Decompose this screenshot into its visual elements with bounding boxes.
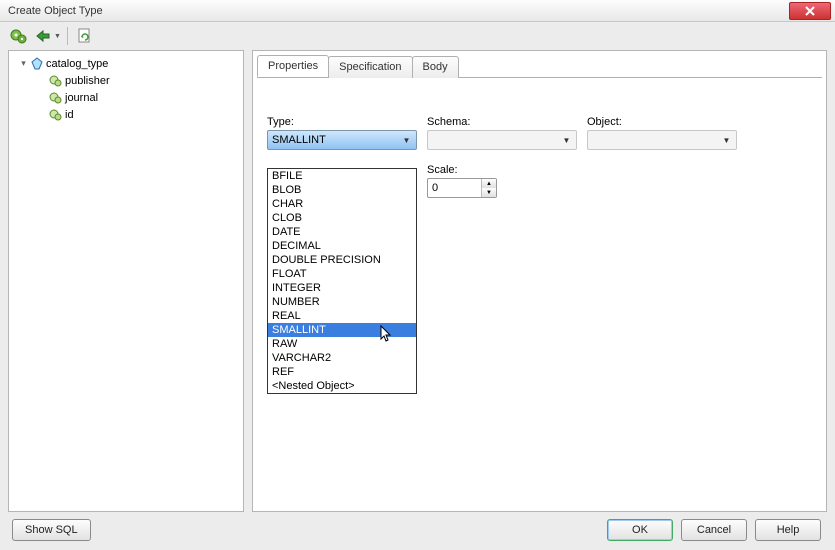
object-tree: ▾ catalog_type publisher journal id bbox=[8, 50, 244, 512]
object-label: Object: bbox=[587, 116, 737, 128]
type-option[interactable]: FLOAT bbox=[268, 267, 416, 281]
type-combo[interactable]: SMALLINT ▼ bbox=[267, 130, 417, 150]
gears-icon[interactable] bbox=[8, 25, 30, 47]
scale-spinner[interactable]: 0 ▲▼ bbox=[427, 178, 497, 198]
type-option[interactable]: RAW bbox=[268, 337, 416, 351]
tab-specification[interactable]: Specification bbox=[328, 56, 412, 78]
tab-body[interactable]: Body bbox=[412, 56, 459, 78]
tab-properties[interactable]: Properties bbox=[257, 55, 329, 77]
type-option[interactable]: VARCHAR2 bbox=[268, 351, 416, 365]
refresh-ddl-icon[interactable] bbox=[74, 25, 96, 47]
type-option[interactable]: <Nested Object> bbox=[268, 379, 416, 393]
schema-combo[interactable]: ▼ bbox=[427, 130, 577, 150]
chevron-down-icon: ▼ bbox=[719, 136, 734, 145]
dialog-footer: Show SQL OK Cancel Help bbox=[0, 512, 835, 548]
expand-icon[interactable]: ▾ bbox=[19, 59, 28, 68]
scale-value: 0 bbox=[432, 182, 438, 194]
tree-child-label: journal bbox=[65, 92, 98, 104]
type-option[interactable]: REAL bbox=[268, 309, 416, 323]
type-option[interactable]: CLOB bbox=[268, 211, 416, 225]
type-dropdown-list[interactable]: BFILE BLOB CHAR CLOB DATE DECIMAL DOUBLE… bbox=[267, 168, 417, 394]
type-option[interactable]: INTEGER bbox=[268, 281, 416, 295]
type-label: Type: bbox=[267, 116, 417, 128]
type-option[interactable]: BFILE bbox=[268, 169, 416, 183]
object-combo[interactable]: ▼ bbox=[587, 130, 737, 150]
type-option[interactable]: DOUBLE PRECISION bbox=[268, 253, 416, 267]
attribute-icon bbox=[49, 91, 63, 105]
titlebar: Create Object Type bbox=[0, 0, 835, 22]
tree-child-row[interactable]: publisher bbox=[9, 72, 243, 89]
scale-label: Scale: bbox=[427, 164, 577, 176]
toolbar: ▼ bbox=[0, 22, 835, 50]
type-combo-value: SMALLINT bbox=[272, 134, 326, 146]
toolbar-divider bbox=[67, 27, 68, 45]
tree-child-row[interactable]: journal bbox=[9, 89, 243, 106]
type-option[interactable]: BLOB bbox=[268, 183, 416, 197]
type-option[interactable]: DECIMAL bbox=[268, 239, 416, 253]
type-option[interactable]: CHAR bbox=[268, 197, 416, 211]
tree-root-row[interactable]: ▾ catalog_type bbox=[9, 55, 243, 72]
type-option-selected[interactable]: SMALLINT bbox=[268, 323, 416, 337]
chevron-down-icon: ▼ bbox=[399, 136, 414, 145]
back-menu-caret[interactable]: ▼ bbox=[54, 33, 61, 40]
attribute-icon bbox=[49, 74, 63, 88]
window-title: Create Object Type bbox=[8, 5, 103, 17]
help-button[interactable]: Help bbox=[755, 519, 821, 541]
properties-form: Type: SMALLINT ▼ Schema: ▼ Object: bbox=[257, 78, 822, 507]
attribute-icon bbox=[49, 108, 63, 122]
details-panel: Properties Specification Body Type: SMAL… bbox=[252, 50, 827, 512]
ok-button[interactable]: OK bbox=[607, 519, 673, 541]
schema-label: Schema: bbox=[427, 116, 577, 128]
type-node-icon bbox=[30, 57, 44, 71]
type-option[interactable]: DATE bbox=[268, 225, 416, 239]
show-sql-button[interactable]: Show SQL bbox=[12, 519, 91, 541]
cancel-button[interactable]: Cancel bbox=[681, 519, 747, 541]
tree-child-label: publisher bbox=[65, 75, 110, 87]
type-option[interactable]: NUMBER bbox=[268, 295, 416, 309]
back-arrow-icon[interactable] bbox=[32, 25, 54, 47]
chevron-down-icon: ▼ bbox=[559, 136, 574, 145]
close-button[interactable] bbox=[789, 2, 831, 20]
spinner-buttons[interactable]: ▲▼ bbox=[481, 179, 496, 197]
tree-child-row[interactable]: id bbox=[9, 106, 243, 123]
tab-bar: Properties Specification Body bbox=[257, 55, 822, 78]
tree-child-label: id bbox=[65, 109, 74, 121]
tree-root-label: catalog_type bbox=[46, 58, 108, 70]
type-option[interactable]: REF bbox=[268, 365, 416, 379]
main-area: ▾ catalog_type publisher journal id Prop… bbox=[0, 50, 835, 512]
